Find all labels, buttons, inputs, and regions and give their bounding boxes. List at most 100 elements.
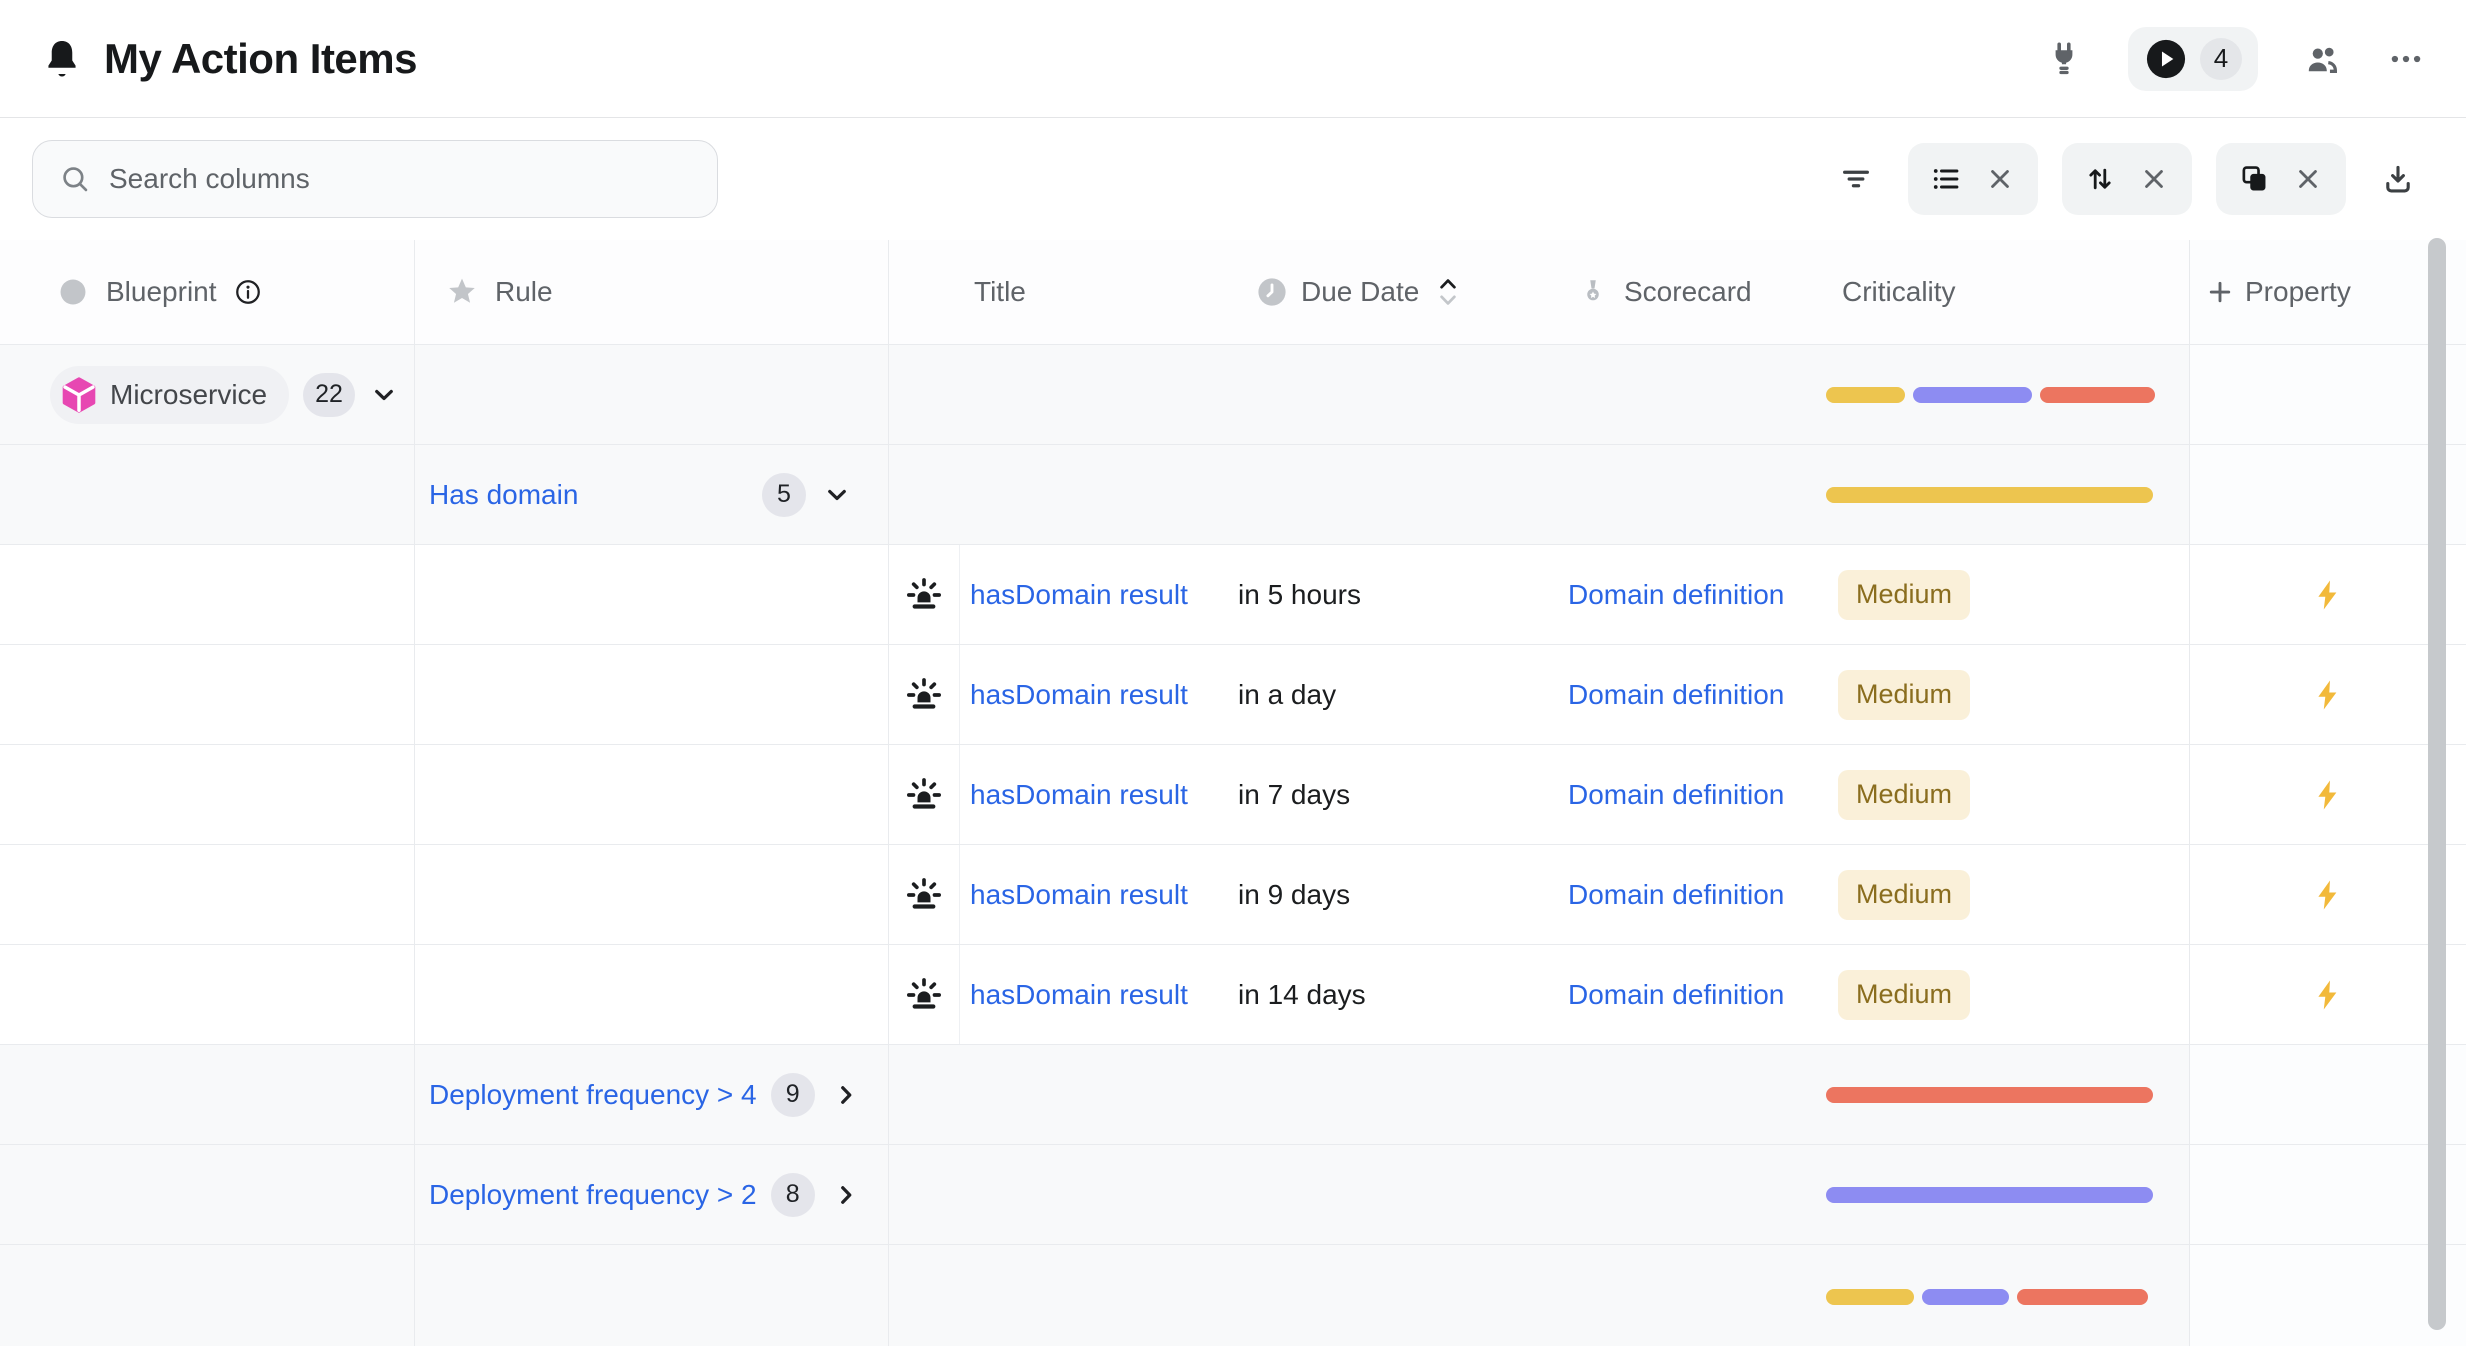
due-date-cell: in 5 hours <box>1226 545 1560 644</box>
lightning-icon[interactable] <box>2311 578 2345 612</box>
info-icon[interactable] <box>233 277 263 307</box>
column-header-state-icon <box>889 240 960 344</box>
column-label: Scorecard <box>1624 276 1752 308</box>
column-header-blueprint[interactable]: Blueprint <box>0 240 415 344</box>
blueprint-cell-empty <box>0 945 415 1044</box>
action-items-table: Blueprint Rule Title Due Date Scorecard <box>0 240 2466 1346</box>
due-date-cell: in 7 days <box>1226 745 1560 844</box>
table-header-row: Blueprint Rule Title Due Date Scorecard <box>0 240 2466 344</box>
criticality-cell: Medium <box>1826 545 2190 644</box>
action-item-title-link[interactable]: hasDomain result <box>970 979 1188 1011</box>
lightning-icon[interactable] <box>2311 678 2345 712</box>
rule-cell-empty <box>415 345 889 444</box>
criticality-bar-segment <box>1826 387 1905 403</box>
group-row-spacer <box>889 1145 1826 1244</box>
action-item-title-link[interactable]: hasDomain result <box>970 579 1188 611</box>
column-label: Rule <box>495 276 553 308</box>
blueprint-chip-microservice[interactable]: Microservice <box>50 366 289 424</box>
rule-count-badge: 9 <box>771 1073 815 1117</box>
alarm-icon <box>904 775 944 815</box>
download-icon <box>2381 162 2415 196</box>
search-columns-input[interactable] <box>109 163 691 195</box>
column-header-scorecard[interactable]: Scorecard <box>1560 240 1826 344</box>
scorecard-cell: Domain definition <box>1560 545 1826 644</box>
rule-link-deployment-frequency-4[interactable]: Deployment frequency > 4 <box>429 1079 757 1111</box>
scorecard-link[interactable]: Domain definition <box>1568 579 1784 611</box>
column-header-criticality[interactable]: Criticality <box>1826 240 2190 344</box>
copies-chip[interactable] <box>2216 143 2346 215</box>
plug-button[interactable] <box>2044 39 2084 79</box>
column-label: Blueprint <box>106 276 217 308</box>
chevron-right-icon[interactable] <box>831 1180 861 1210</box>
criticality-distribution-cell <box>1826 445 2190 544</box>
audience-button[interactable] <box>2302 39 2342 79</box>
scorecard-link[interactable]: Domain definition <box>1568 879 1784 911</box>
rule-cell-empty <box>415 845 889 944</box>
stacked-copies-icon <box>2238 163 2270 195</box>
play-circle-icon <box>2144 37 2188 81</box>
column-label: Title <box>974 276 1026 308</box>
lightning-icon[interactable] <box>2311 978 2345 1012</box>
action-item-title-link[interactable]: hasDomain result <box>970 679 1188 711</box>
criticality-bar-full <box>1826 1087 2153 1103</box>
blueprint-cell-empty <box>0 645 415 744</box>
action-item-row: hasDomain result in 14 days Domain defin… <box>0 944 2466 1044</box>
blueprint-group-cell: Microservice 22 <box>0 345 415 444</box>
column-header-title[interactable]: Title <box>960 240 1226 344</box>
alarm-icon <box>904 575 944 615</box>
sort-chip[interactable] <box>2062 143 2192 215</box>
search-icon <box>59 163 91 195</box>
lightning-icon[interactable] <box>2311 778 2345 812</box>
due-date-value: in 9 days <box>1238 879 1350 911</box>
scorecard-link[interactable]: Domain definition <box>1568 679 1784 711</box>
rule-group-controls: 9 <box>771 1073 861 1117</box>
scorecard-link[interactable]: Domain definition <box>1568 979 1784 1011</box>
rule-link-has-domain[interactable]: Has domain <box>429 479 578 511</box>
group-by-chip[interactable] <box>1908 143 2038 215</box>
rule-group-row-deployment-frequency-4: Deployment frequency > 4 9 <box>0 1044 2466 1144</box>
criticality-badge: Medium <box>1838 970 1970 1020</box>
criticality-distribution-cell <box>1826 1245 2190 1346</box>
criticality-bar-segment <box>2040 387 2155 403</box>
chevron-down-icon[interactable] <box>369 380 399 410</box>
alarm-icon <box>904 675 944 715</box>
titlebar-actions: 4 <box>2044 27 2426 91</box>
blueprint-cell-empty <box>0 445 415 544</box>
download-button[interactable] <box>2370 151 2426 207</box>
property-cell <box>2189 845 2466 944</box>
chevron-down-icon[interactable] <box>822 480 852 510</box>
column-header-due-date[interactable]: Due Date <box>1226 240 1560 344</box>
clear-group-by-icon[interactable] <box>1984 163 2016 195</box>
due-date-value: in 5 hours <box>1238 579 1361 611</box>
filter-button[interactable] <box>1828 151 1884 207</box>
add-property-button[interactable]: Property <box>2189 240 2466 344</box>
title-cell: hasDomain result <box>960 545 1226 644</box>
blueprint-group-row: Microservice 22 <box>0 344 2466 444</box>
lightning-icon[interactable] <box>2311 878 2345 912</box>
runs-in-progress-button[interactable]: 4 <box>2128 27 2258 91</box>
title-bar: My Action Items 4 <box>0 0 2466 118</box>
state-icon-cell <box>889 845 960 944</box>
state-icon-cell <box>889 645 960 744</box>
rule-cell-empty <box>415 645 889 744</box>
action-item-title-link[interactable]: hasDomain result <box>970 879 1188 911</box>
rule-cell-empty <box>415 545 889 644</box>
clear-copies-icon[interactable] <box>2292 163 2324 195</box>
property-cell-empty <box>2189 345 2466 444</box>
sort-ascending-indicator[interactable] <box>1437 274 1459 310</box>
more-options-button[interactable] <box>2386 39 2426 79</box>
action-item-title-link[interactable]: hasDomain result <box>970 779 1188 811</box>
vertical-scrollbar[interactable] <box>2428 238 2446 1330</box>
toolbar-actions <box>1828 143 2426 215</box>
scorecard-link[interactable]: Domain definition <box>1568 779 1784 811</box>
criticality-bar-segment <box>1922 1289 2009 1305</box>
search-columns-box[interactable] <box>32 140 718 218</box>
clear-sort-icon[interactable] <box>2138 163 2170 195</box>
rule-link-deployment-frequency-2[interactable]: Deployment frequency > 2 <box>429 1179 757 1211</box>
rule-group-row-has-domain: Has domain 5 <box>0 444 2466 544</box>
chevron-right-icon[interactable] <box>831 1080 861 1110</box>
blueprint-cell-empty <box>0 1245 415 1346</box>
column-header-rule[interactable]: Rule <box>415 240 889 344</box>
criticality-distribution-cell <box>1826 345 2190 444</box>
property-cell <box>2189 745 2466 844</box>
